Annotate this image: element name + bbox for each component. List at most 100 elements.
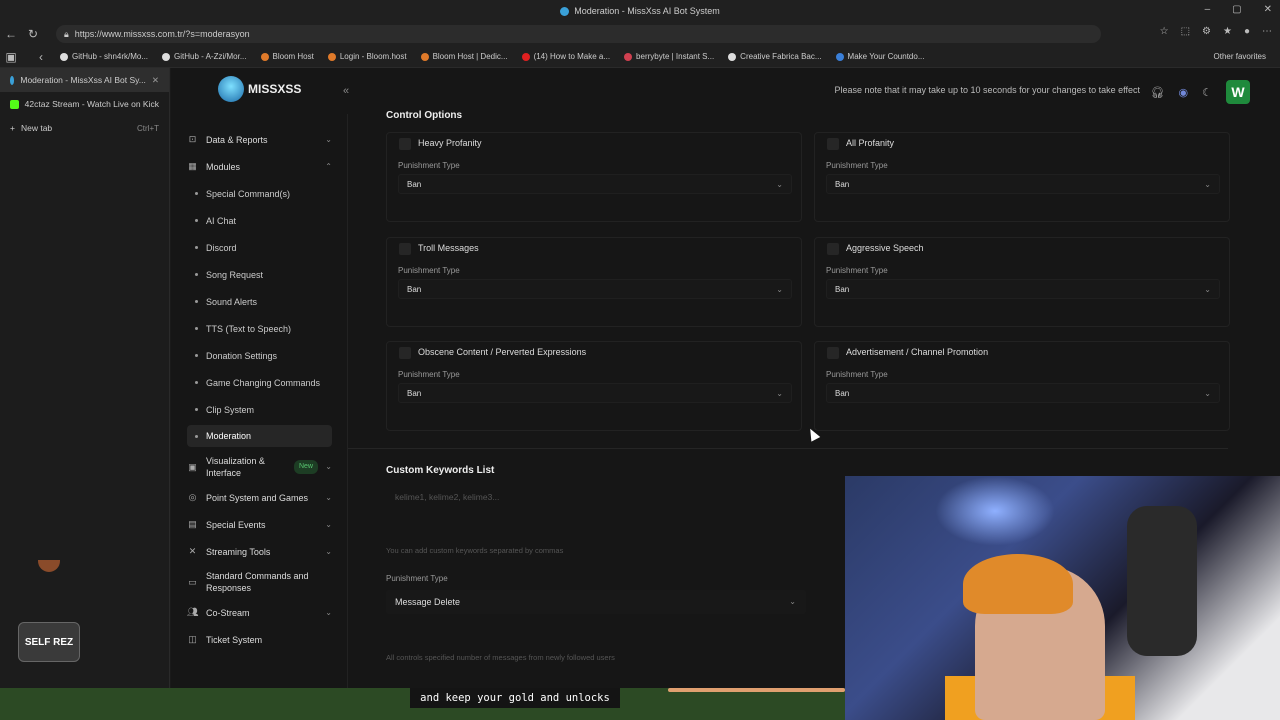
- chevron-down-icon: ⌄: [789, 597, 796, 606]
- select-value: Message Delete: [395, 597, 461, 607]
- maximize-icon[interactable]: ▢: [1232, 4, 1241, 15]
- sidebar-item-streaming-tools[interactable]: ✕ Streaming Tools ⌄: [187, 538, 332, 565]
- bookmark-favicon-icon: [728, 52, 737, 61]
- section-divider: [348, 448, 1228, 449]
- bookmark-item[interactable]: GitHub - A-Zzi/Mor...: [162, 52, 247, 61]
- punishment-label: Punishment Type: [398, 161, 460, 170]
- bullet-icon: [195, 246, 198, 249]
- back-icon[interactable]: ←: [0, 27, 22, 41]
- bookmark-label: Bloom Host | Dedic...: [432, 52, 508, 61]
- browser-title-bar: Moderation - MissXss AI Bot System – ▢ ✕: [0, 0, 1280, 22]
- bookmark-item[interactable]: GitHub - shn4rk/Mo...: [60, 52, 148, 61]
- toggle-checkbox[interactable]: [827, 138, 839, 150]
- select-value: Ban: [835, 389, 850, 398]
- grid-icon: ▦: [188, 161, 197, 171]
- tab-kick-stream[interactable]: 42ctaz Stream - Watch Live on Kick: [0, 92, 169, 116]
- sidebar-item-label: Point System and Games: [206, 492, 309, 503]
- new-tab-button[interactable]: + New tab Ctrl+T: [0, 116, 169, 140]
- keywords-punishment-label: Punishment Type: [386, 574, 448, 583]
- bookmarks-bar: ▣ ‹ GitHub - shn4rk/Mo... GitHub - A-Zzi/…: [0, 46, 1280, 68]
- sidebar-subitem-game-changing-commands[interactable]: Game Changing Commands: [187, 369, 332, 396]
- bookmark-item[interactable]: Bloom Host | Dedic...: [420, 52, 508, 61]
- sidebar-subitem-tts-text-to-speech[interactable]: TTS (Text to Speech): [187, 315, 332, 342]
- sidebar-subitem-song-request[interactable]: Song Request: [187, 261, 332, 288]
- settings-icon[interactable]: ⚙: [1202, 26, 1211, 37]
- chevron-up-icon: ⌃: [325, 162, 332, 171]
- bookmark-item[interactable]: Make Your Countdo...: [835, 52, 925, 61]
- tab-moderation[interactable]: Moderation - MissXss AI Bot Sy... ✕: [0, 68, 169, 92]
- sidebar-subitem-moderation[interactable]: Moderation: [187, 425, 332, 447]
- sidebar-item-special-events[interactable]: ▤ Special Events ⌄: [187, 511, 332, 538]
- extension-icon[interactable]: ⬚: [1181, 26, 1190, 37]
- sidebar-subitem-special-command-s[interactable]: Special Command(s): [187, 180, 332, 207]
- sidebar-item-standard-commands[interactable]: ▭ Standard Commands and Responses: [187, 565, 332, 599]
- card-title: Advertisement / Channel Promotion: [846, 347, 989, 357]
- custom-keywords-input[interactable]: kelime1, kelime2, kelime3...: [386, 486, 796, 542]
- punishment-select[interactable]: Ban ⌄: [398, 174, 792, 194]
- menu-icon[interactable]: ⋯: [1262, 26, 1272, 37]
- sidebar-subitem-discord[interactable]: Discord: [187, 234, 332, 261]
- punishment-select[interactable]: Ban ⌄: [826, 174, 1220, 194]
- sidebar-subitem-clip-system[interactable]: Clip System: [187, 396, 332, 423]
- bookmarks-scroll-left-icon[interactable]: ‹: [30, 50, 52, 64]
- sidebar-item-label: Data & Reports: [206, 134, 268, 145]
- address-bar-row: ← ↻ 🔒︎ https://www.missxss.com.tr/?s=mod…: [0, 22, 1280, 46]
- shortcut-label: Ctrl+T: [137, 123, 159, 133]
- bookmark-favicon-icon: [624, 52, 633, 61]
- close-tab-icon[interactable]: ✕: [152, 75, 159, 86]
- favorites-icon[interactable]: ★: [1223, 26, 1232, 37]
- bookmark-favicon-icon: [327, 52, 336, 61]
- sidebar-item-point-system[interactable]: ◎ Point System and Games ⌄: [187, 484, 332, 511]
- bookmark-item[interactable]: Bloom Host: [260, 52, 314, 61]
- sidebar-item-data-reports[interactable]: ⊡ Data & Reports ⌄: [187, 126, 332, 153]
- toggle-checkbox[interactable]: [827, 347, 839, 359]
- sidebar-subitem-label: AI Chat: [206, 215, 237, 226]
- bullet-icon: [195, 434, 198, 438]
- sidebar-item-ticket-system[interactable]: ◫ Ticket System: [187, 626, 332, 653]
- punishment-select[interactable]: Ban ⌄: [826, 383, 1220, 403]
- control-card-obscene-content: Obscene Content / Perverted Expressions …: [386, 341, 802, 431]
- bookmark-item[interactable]: berrybyte | Instant S...: [624, 52, 714, 61]
- punishment-select[interactable]: Ban ⌄: [398, 383, 792, 403]
- app-logo[interactable]: MISSXSS: [218, 76, 301, 102]
- theme-moon-icon[interactable]: ☾: [1202, 86, 1212, 99]
- punishment-label: Punishment Type: [826, 266, 888, 275]
- close-window-icon[interactable]: ✕: [1264, 4, 1272, 15]
- bookmark-item[interactable]: (14) How to Make a...: [521, 52, 610, 61]
- toggle-checkbox[interactable]: [399, 138, 411, 150]
- card-title: Obscene Content / Perverted Expressions: [418, 347, 587, 357]
- discord-icon[interactable]: ◉: [1179, 86, 1189, 99]
- bookmark-item[interactable]: Creative Fabrica Bac...: [728, 52, 822, 61]
- refresh-icon[interactable]: ↻: [22, 27, 44, 41]
- punishment-select[interactable]: Ban ⌄: [398, 279, 792, 299]
- url-field[interactable]: 🔒︎ https://www.missxss.com.tr/?s=moderas…: [56, 25, 1101, 43]
- profile-icon[interactable]: ●: [1244, 26, 1250, 37]
- tools-icon: ✕: [188, 546, 197, 556]
- sidebar-item-visualization[interactable]: ▣ Visualization & Interface New ⌄: [187, 450, 332, 484]
- sidebar-subitem-ai-chat[interactable]: AI Chat: [187, 207, 332, 234]
- collapse-sidebar-icon[interactable]: «: [337, 82, 355, 100]
- sidebar-subitem-sound-alerts[interactable]: Sound Alerts: [187, 288, 332, 315]
- headset-icon[interactable]: 🎧︎: [1151, 86, 1165, 99]
- card-title: Troll Messages: [418, 243, 479, 253]
- bookmark-favicon-icon: [60, 52, 68, 61]
- user-avatar[interactable]: W: [1226, 80, 1250, 104]
- bookmark-item[interactable]: Login - Bloom.host: [327, 52, 407, 61]
- toggle-checkbox[interactable]: [827, 243, 839, 255]
- tab-actions-icon[interactable]: ▣: [0, 50, 22, 64]
- sidebar-subitem-donation-settings[interactable]: Donation Settings: [187, 342, 332, 369]
- calendar-icon: ▤: [188, 519, 197, 529]
- bullet-icon: [195, 381, 198, 384]
- toggle-checkbox[interactable]: [399, 347, 411, 359]
- sidebar-item-co-stream[interactable]: 👥︎ Co-Stream ⌄: [187, 599, 332, 626]
- star-icon[interactable]: ☆: [1160, 26, 1169, 37]
- minimize-icon[interactable]: –: [1205, 4, 1211, 15]
- chevron-down-icon: ⌄: [1204, 389, 1211, 398]
- other-favorites[interactable]: Other favorites: [1214, 52, 1266, 61]
- ticket-icon: ◫: [188, 634, 197, 644]
- toggle-checkbox[interactable]: [399, 243, 411, 255]
- punishment-select[interactable]: Ban ⌄: [826, 279, 1220, 299]
- punishment-label: Punishment Type: [826, 370, 888, 379]
- keywords-punishment-select[interactable]: Message Delete ⌄: [386, 590, 806, 614]
- sidebar-item-modules[interactable]: ▦ Modules ⌃: [187, 153, 332, 180]
